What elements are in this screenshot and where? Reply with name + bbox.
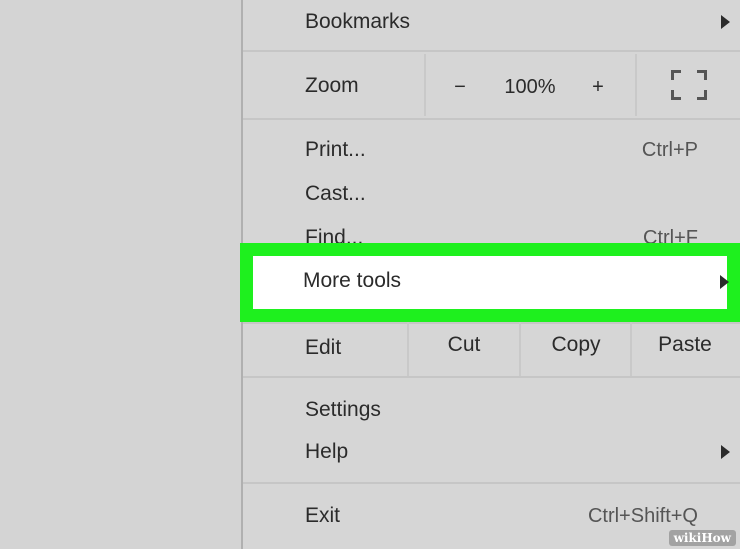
menu-divider xyxy=(243,322,740,324)
menu-item-zoom: Zoom xyxy=(243,64,740,108)
menu-item-label: Bookmarks xyxy=(305,10,411,33)
shortcut-label: Ctrl+Shift+Q xyxy=(587,504,698,527)
page: Bookmarks Zoom − 100% + Print... Ctrl+P … xyxy=(0,0,740,549)
shortcut-label: Ctrl+P xyxy=(641,138,698,161)
menu-item-label: Exit xyxy=(305,504,341,527)
menu-item-print[interactable]: Print... Ctrl+P xyxy=(243,128,740,172)
menu-divider xyxy=(243,50,740,52)
zoom-label: Zoom xyxy=(305,74,359,97)
paste-button[interactable]: Paste xyxy=(632,333,738,357)
zoom-separator xyxy=(424,54,426,116)
more-tools-label: More tools xyxy=(303,269,402,292)
more-tools-highlight[interactable]: More tools xyxy=(240,243,740,322)
fullscreen-icon[interactable] xyxy=(671,70,707,100)
menu-item-label: Print... xyxy=(305,138,366,161)
submenu-arrow-icon xyxy=(721,15,730,29)
wikihow-watermark: wikiHow xyxy=(668,530,736,546)
menu-item-exit[interactable]: Exit Ctrl+Shift+Q xyxy=(243,494,740,538)
edit-label: Edit xyxy=(305,336,342,359)
submenu-arrow-icon xyxy=(720,275,729,289)
menu-item-label: Settings xyxy=(305,398,381,421)
menu-item-label: Cast... xyxy=(305,182,366,205)
menu-item-settings[interactable]: Settings xyxy=(243,388,740,432)
menu-item-bookmarks[interactable]: Bookmarks xyxy=(243,0,740,44)
menu-item-label: Help xyxy=(305,440,349,463)
menu-divider xyxy=(243,482,740,484)
menu-item-help[interactable]: Help xyxy=(243,430,740,474)
zoom-level: 100% xyxy=(504,76,556,98)
cut-button[interactable]: Cut xyxy=(409,333,519,357)
menu-divider xyxy=(243,376,740,378)
menu-divider xyxy=(243,118,740,120)
zoom-out-button[interactable]: − xyxy=(445,76,475,99)
menu-item-cast[interactable]: Cast... xyxy=(243,172,740,216)
submenu-arrow-icon xyxy=(721,445,730,459)
zoom-separator xyxy=(635,54,637,116)
zoom-in-button[interactable]: + xyxy=(583,76,613,99)
copy-button[interactable]: Copy xyxy=(521,333,631,357)
